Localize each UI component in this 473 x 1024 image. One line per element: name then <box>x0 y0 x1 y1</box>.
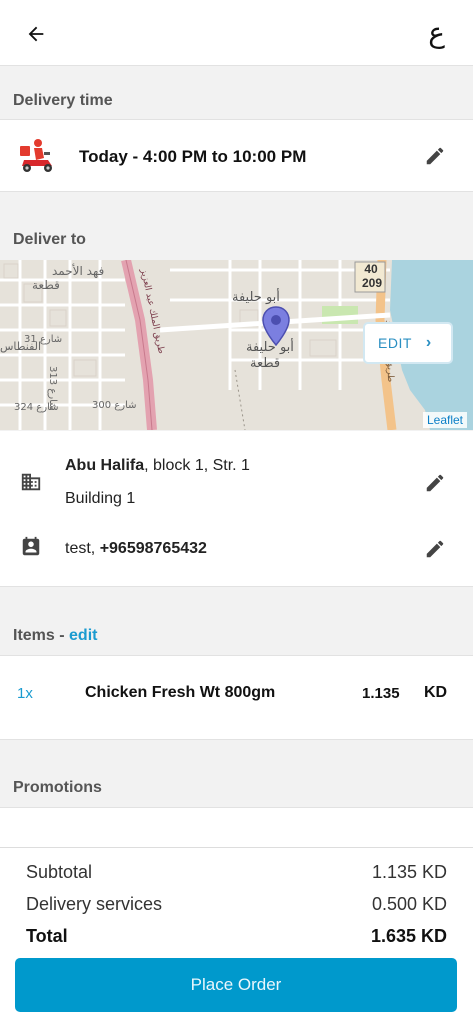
delivery-fee-row: Delivery services 0.500 KD <box>26 894 447 915</box>
item-currency: KD <box>424 684 448 701</box>
map-label-block-2: قطعة <box>250 356 281 371</box>
map-label-fahad: فهد الأحمد <box>52 264 105 278</box>
building-icon <box>20 471 44 495</box>
delivery-time-heading: Delivery time <box>13 92 113 109</box>
map-label-street-300: شارع 300 <box>92 400 137 411</box>
place-order-button[interactable]: Place Order <box>15 958 457 1012</box>
address-area: Abu Halifa <box>65 457 145 474</box>
delivery-fee-label: Delivery services <box>26 894 163 914</box>
items-edit-link[interactable]: edit <box>69 627 97 644</box>
items-heading-text: Items - <box>13 627 70 644</box>
chevron-right-icon: › <box>425 334 432 351</box>
map-label-west: الفنطاس <box>0 340 42 353</box>
top-bar: ع <box>0 0 473 66</box>
items-list: 1x Chicken Fresh Wt 800gm 1.135 KD <box>0 655 473 740</box>
route-badge: 40 209 <box>362 262 383 290</box>
location-pin-icon <box>262 306 290 347</box>
item-name: Chicken Fresh Wt 800gm <box>85 684 276 701</box>
address-rest: , block 1, Str. 1 <box>144 457 250 474</box>
contact-line: test, +96598765432 <box>65 540 207 558</box>
edit-address-pencil-icon[interactable] <box>423 471 447 495</box>
subtotal-value: 1.135 KD <box>371 862 447 882</box>
address-card: Abu Halifa, block 1, Str. 1 Building 1 t… <box>0 431 473 587</box>
deliver-to-heading: Deliver to <box>13 231 86 248</box>
contact-card-icon <box>20 536 44 560</box>
map-label-block-1: قطعة <box>32 278 60 292</box>
total-label: Total <box>26 926 68 946</box>
subtotal-row: Subtotal 1.135 KD <box>26 862 447 883</box>
contact-name: test, <box>65 540 100 557</box>
contact-phone: +96598765432 <box>99 540 207 557</box>
delivery-scooter-icon <box>18 138 56 174</box>
back-arrow-icon[interactable] <box>22 20 50 48</box>
delivery-time-text: Today - 4:00 PM to 10:00 PM <box>79 147 307 166</box>
edit-contact-pencil-icon[interactable] <box>423 537 447 561</box>
route-badge-bottom: 209 <box>362 276 383 290</box>
item-quantity: 1x <box>17 685 33 702</box>
items-heading: Items - edit <box>13 627 97 645</box>
leaflet-attribution-link[interactable]: Leaflet <box>422 412 467 428</box>
address-line-2: Building 1 <box>65 490 136 507</box>
total-value: 1.635 KD <box>370 926 447 946</box>
map-label-abu-halifa-1: أبو حليفة <box>232 290 280 305</box>
route-badge-top: 40 <box>364 262 378 276</box>
map-edit-label: EDIT <box>378 335 412 351</box>
edit-delivery-time-pencil-icon[interactable] <box>423 144 447 168</box>
item-price: 1.135 <box>362 685 400 702</box>
language-toggle-button[interactable]: ع <box>428 16 445 50</box>
delivery-time-card: Today - 4:00 PM to 10:00 PM <box>0 119 473 192</box>
map-edit-button[interactable]: EDIT › <box>363 322 453 364</box>
address-line-1: Abu Halifa, block 1, Str. 1 <box>65 457 250 475</box>
promotions-heading: Promotions <box>13 779 102 796</box>
delivery-fee-value: 0.500 KD <box>371 894 447 914</box>
subtotal-label: Subtotal <box>26 862 93 882</box>
map-label-street-324: شارع 324 <box>14 402 59 413</box>
total-row: Total 1.635 KD <box>26 926 447 947</box>
